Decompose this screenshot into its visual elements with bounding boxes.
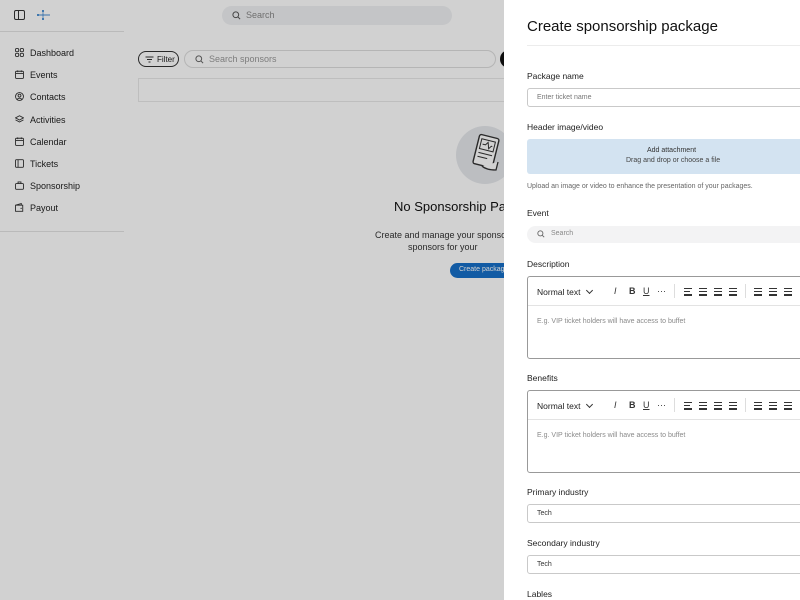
description-label: Description bbox=[527, 259, 570, 269]
attachment-subtitle: Drag and drop or choose a file bbox=[626, 157, 721, 164]
benefits-placeholder: E.g. VIP ticket holders will have access… bbox=[537, 432, 686, 439]
numbered-list-icon[interactable] bbox=[784, 288, 792, 300]
align-right-icon[interactable] bbox=[714, 288, 722, 300]
toolbar-divider bbox=[674, 398, 675, 412]
align-center-icon[interactable] bbox=[699, 288, 707, 300]
text-format-value: Normal text bbox=[537, 401, 581, 411]
text-format-value: Normal text bbox=[537, 287, 581, 297]
toolbar-divider bbox=[745, 398, 746, 412]
secondary-industry-value: Tech bbox=[537, 561, 552, 568]
toolbar-divider bbox=[674, 284, 675, 298]
primary-industry-select[interactable]: Tech bbox=[527, 504, 800, 523]
checklist-icon[interactable] bbox=[769, 288, 777, 300]
search-icon bbox=[537, 230, 545, 238]
chevron-down-icon bbox=[586, 400, 594, 409]
event-label: Event bbox=[527, 208, 549, 218]
description-editor[interactable]: Normal text I B U ··· E.g. VIP ticket ho… bbox=[527, 276, 800, 359]
benefits-editor[interactable]: Normal text I B U ··· E.g. VIP ticket ho… bbox=[527, 390, 800, 473]
italic-icon[interactable]: I bbox=[614, 285, 617, 297]
checklist-icon[interactable] bbox=[769, 402, 777, 414]
labels-label: Lables bbox=[527, 589, 553, 599]
benefits-label: Benefits bbox=[527, 373, 558, 383]
event-search-input[interactable]: Search bbox=[527, 226, 800, 243]
align-left-icon[interactable] bbox=[684, 288, 692, 300]
underline-icon[interactable]: U bbox=[643, 285, 650, 297]
editor-toolbar: Normal text I B U ··· bbox=[528, 277, 800, 306]
header-media-label: Header image/video bbox=[527, 122, 604, 132]
italic-icon[interactable]: I bbox=[614, 399, 617, 411]
drawer-title: Create sponsorship package bbox=[527, 18, 718, 35]
modal-overlay[interactable] bbox=[0, 0, 504, 600]
bold-icon[interactable]: B bbox=[629, 285, 636, 297]
numbered-list-icon[interactable] bbox=[784, 402, 792, 414]
primary-industry-label: Primary industry bbox=[527, 487, 589, 497]
description-placeholder: E.g. VIP ticket holders will have access… bbox=[537, 318, 686, 325]
package-name-input[interactable]: Enter ticket name bbox=[527, 88, 800, 107]
editor-toolbar: Normal text I B U ··· bbox=[528, 391, 800, 420]
more-icon[interactable]: ··· bbox=[657, 285, 666, 297]
chevron-down-icon bbox=[586, 286, 594, 295]
secondary-industry-select[interactable]: Tech bbox=[527, 555, 800, 574]
align-justify-icon[interactable] bbox=[729, 402, 737, 414]
align-center-icon[interactable] bbox=[699, 402, 707, 414]
package-name-label: Package name bbox=[527, 71, 584, 81]
package-name-placeholder: Enter ticket name bbox=[537, 94, 592, 101]
create-package-drawer: Create sponsorship package Package name … bbox=[504, 0, 800, 600]
underline-icon[interactable]: U bbox=[643, 399, 650, 411]
attachment-dropzone[interactable]: Add attachment Drag and drop or choose a… bbox=[527, 139, 800, 174]
bold-icon[interactable]: B bbox=[629, 399, 636, 411]
event-search-placeholder: Search bbox=[551, 230, 574, 237]
align-left-icon[interactable] bbox=[684, 402, 692, 414]
bullet-list-icon[interactable] bbox=[754, 288, 762, 300]
text-format-select[interactable]: Normal text bbox=[537, 400, 594, 411]
text-format-select[interactable]: Normal text bbox=[537, 286, 594, 297]
secondary-industry-label: Secondary industry bbox=[527, 538, 600, 548]
drawer-divider bbox=[527, 45, 800, 46]
primary-industry-value: Tech bbox=[537, 510, 552, 517]
attachment-helper-text: Upload an image or video to enhance the … bbox=[527, 183, 753, 190]
attachment-title: Add attachment bbox=[647, 147, 697, 154]
align-right-icon[interactable] bbox=[714, 402, 722, 414]
more-icon[interactable]: ··· bbox=[657, 399, 666, 411]
align-justify-icon[interactable] bbox=[729, 288, 737, 300]
toolbar-divider bbox=[745, 284, 746, 298]
bullet-list-icon[interactable] bbox=[754, 402, 762, 414]
